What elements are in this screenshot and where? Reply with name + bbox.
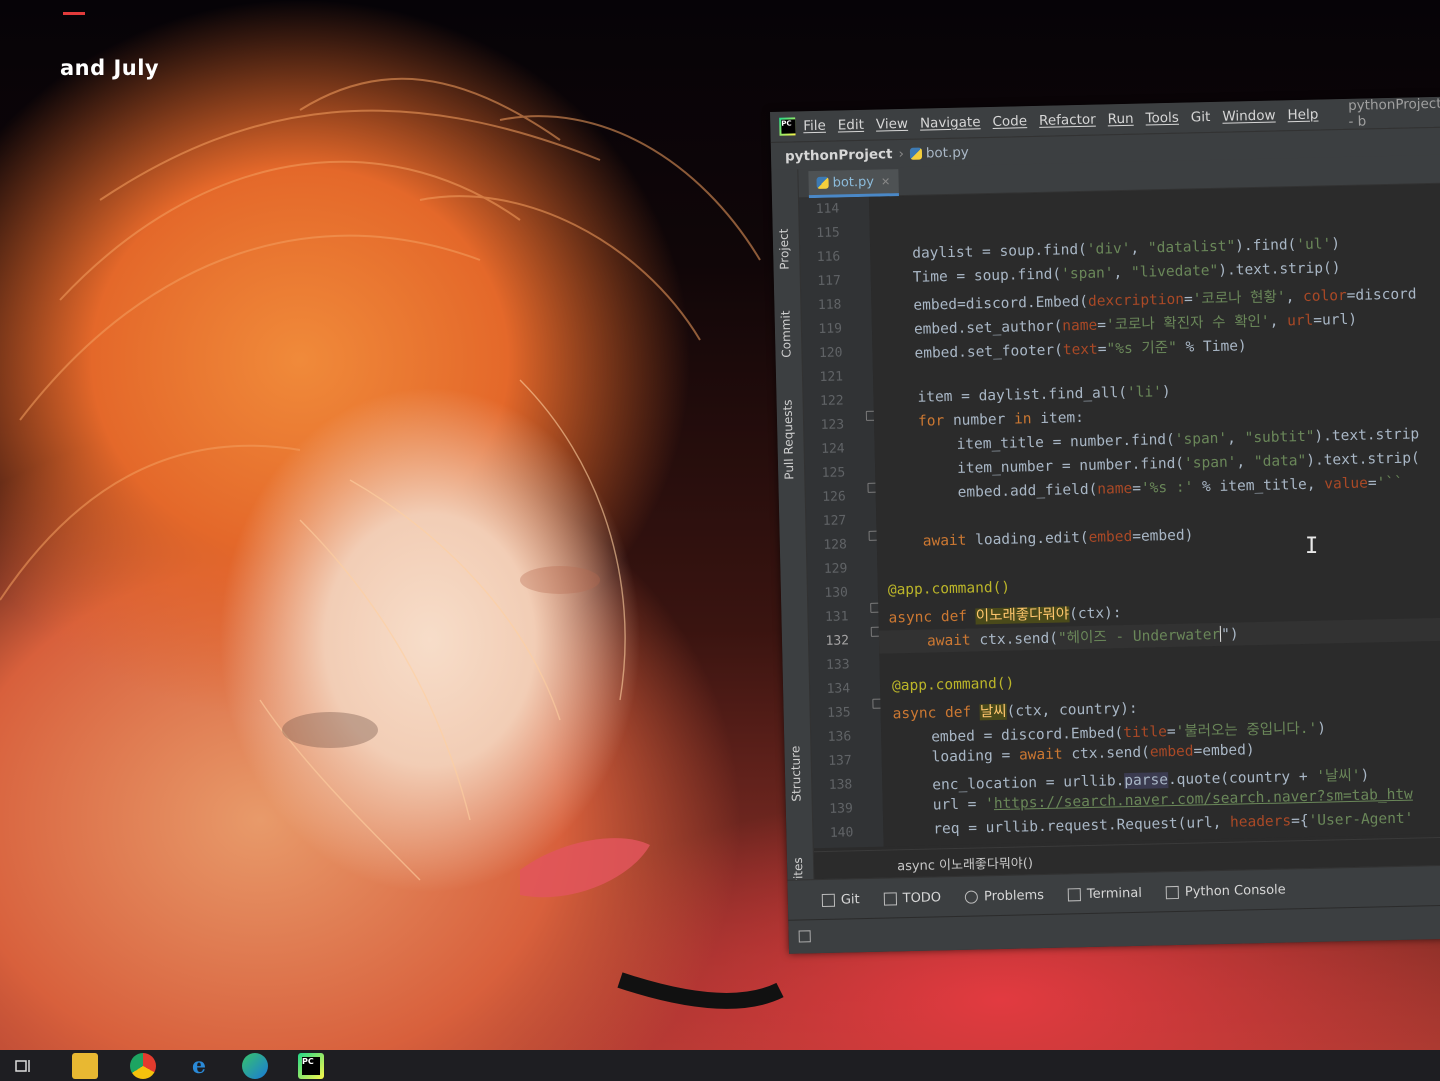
line-number: 115 [816,225,840,241]
breadcrumb-project[interactable]: pythonProject [785,146,893,164]
side-tab-structure[interactable]: Structure [788,746,803,802]
line-number: 134 [826,681,851,697]
code-line-120: embed.set_footer(text="%s 기준" % Time) [914,338,1247,362]
code-line-126: embed.add_field(name='%s :' % item_title… [957,474,1404,501]
tool-window-todo[interactable]: TODO [883,890,941,906]
breadcrumb-file[interactable]: bot.py [926,145,969,162]
line-number: 133 [825,657,850,673]
line-number: 120 [818,345,843,361]
line-number: 117 [817,273,842,289]
line-number: 118 [817,297,842,313]
line-number: 128 [823,537,848,553]
mouse-ibeam-cursor: I [1305,534,1319,559]
taskbar: e PC [0,1050,1440,1081]
code-line-128: await loading.edit(embed=embed) [922,527,1194,550]
wallpaper-accent-bar [63,12,85,15]
line-number: 138 [828,777,853,793]
code-line-135: async def 날씨(ctx, country): [892,700,1138,723]
menu-navigate[interactable]: Navigate [920,114,981,131]
code-editor[interactable]: daylist = soup.find('div', "datalist").f… [868,183,1440,847]
code-line-117: Time = soup.find('span', "livedate").tex… [912,260,1341,286]
python-file-icon [909,147,923,160]
terminal-icon [1067,887,1082,901]
code-line-137: loading = await ctx.send(embed=embed) [931,742,1255,766]
chrome-icon[interactable] [130,1052,156,1079]
python-file-icon [816,176,829,189]
tool-window-python-console[interactable]: Python Console [1165,882,1286,900]
line-number: 124 [821,441,845,457]
side-tab-commit[interactable]: Commit [779,310,794,357]
line-number-current: 132 [825,633,850,649]
side-tab-project[interactable]: Project [777,228,792,269]
code-line-122: item = daylist.find_all('li') [917,383,1171,406]
editor-tab-label: bot.py [832,174,875,191]
line-number: 136 [827,729,852,745]
line-number: 140 [829,825,854,841]
side-tab-pull-requests[interactable]: Pull Requests [781,399,797,479]
menu-window[interactable]: Window [1222,108,1276,125]
breadcrumb-separator-icon: › [898,145,905,163]
task-view-icon[interactable] [10,1053,36,1079]
list-icon [883,891,897,906]
menu-code[interactable]: Code [992,113,1027,130]
internet-explorer-icon[interactable]: e [186,1053,212,1079]
code-line-134: @app.command() [891,675,1015,695]
code-line-131: async def 이노래좋다뭐야(ctx): [888,605,1122,627]
line-number: 116 [816,249,841,265]
menu-view[interactable]: View [876,116,908,133]
line-number: 131 [824,609,849,625]
line-number: 125 [821,465,846,481]
line-number: 119 [818,321,843,337]
line-number: 129 [823,561,848,577]
line-number: 127 [822,513,847,529]
line-number: 137 [828,753,852,769]
info-icon [964,889,979,904]
code-line-116: daylist = soup.find('div', "datalist").f… [912,236,1341,262]
line-number: 114 [815,201,840,217]
close-tab-icon[interactable]: ✕ [881,175,891,188]
line-number: 130 [824,585,849,601]
pycharm-icon[interactable]: PC [298,1052,324,1079]
menu-tools[interactable]: Tools [1145,110,1179,127]
menu-git[interactable]: Git [1191,109,1211,125]
code-line-123: for number in item: [917,409,1085,430]
line-number: 126 [822,489,846,505]
menu-file[interactable]: File [803,118,826,135]
line-number: 123 [820,417,845,433]
edge-icon[interactable] [242,1052,268,1079]
code-line-140: req = urllib.request.Request(url, header… [933,810,1414,838]
window-title: pythonProject - b [1347,96,1440,130]
editor-tab-bot-py[interactable]: bot.py ✕ [808,169,899,199]
file-explorer-icon[interactable] [72,1052,98,1079]
code-line-124: item_title = number.find('span', "subtit… [956,426,1420,453]
pycharm-window: PC File Edit View Navigate Code Refactor… [770,96,1440,954]
git-branch-icon [821,893,836,907]
tool-window-git[interactable]: Git [821,892,860,908]
line-number: 121 [819,369,844,385]
layout-toggle-icon[interactable] [798,930,811,943]
pycharm-logo-icon: PC [779,117,796,136]
wallpaper-caption: and July [60,56,160,80]
tool-window-terminal[interactable]: Terminal [1067,885,1142,902]
menu-refactor[interactable]: Refactor [1039,112,1096,129]
line-number: 139 [829,801,853,817]
menu-help[interactable]: Help [1287,107,1318,124]
code-line-125: item_number = number.find('span', "data"… [956,450,1420,477]
line-number: 135 [827,705,851,721]
menu-edit[interactable]: Edit [838,117,865,134]
line-number: 122 [819,393,844,409]
tool-window-problems[interactable]: Problems [964,887,1044,904]
python-console-icon [1165,885,1180,899]
code-line-130: @app.command() [887,579,1011,599]
menu-run[interactable]: Run [1108,111,1134,128]
